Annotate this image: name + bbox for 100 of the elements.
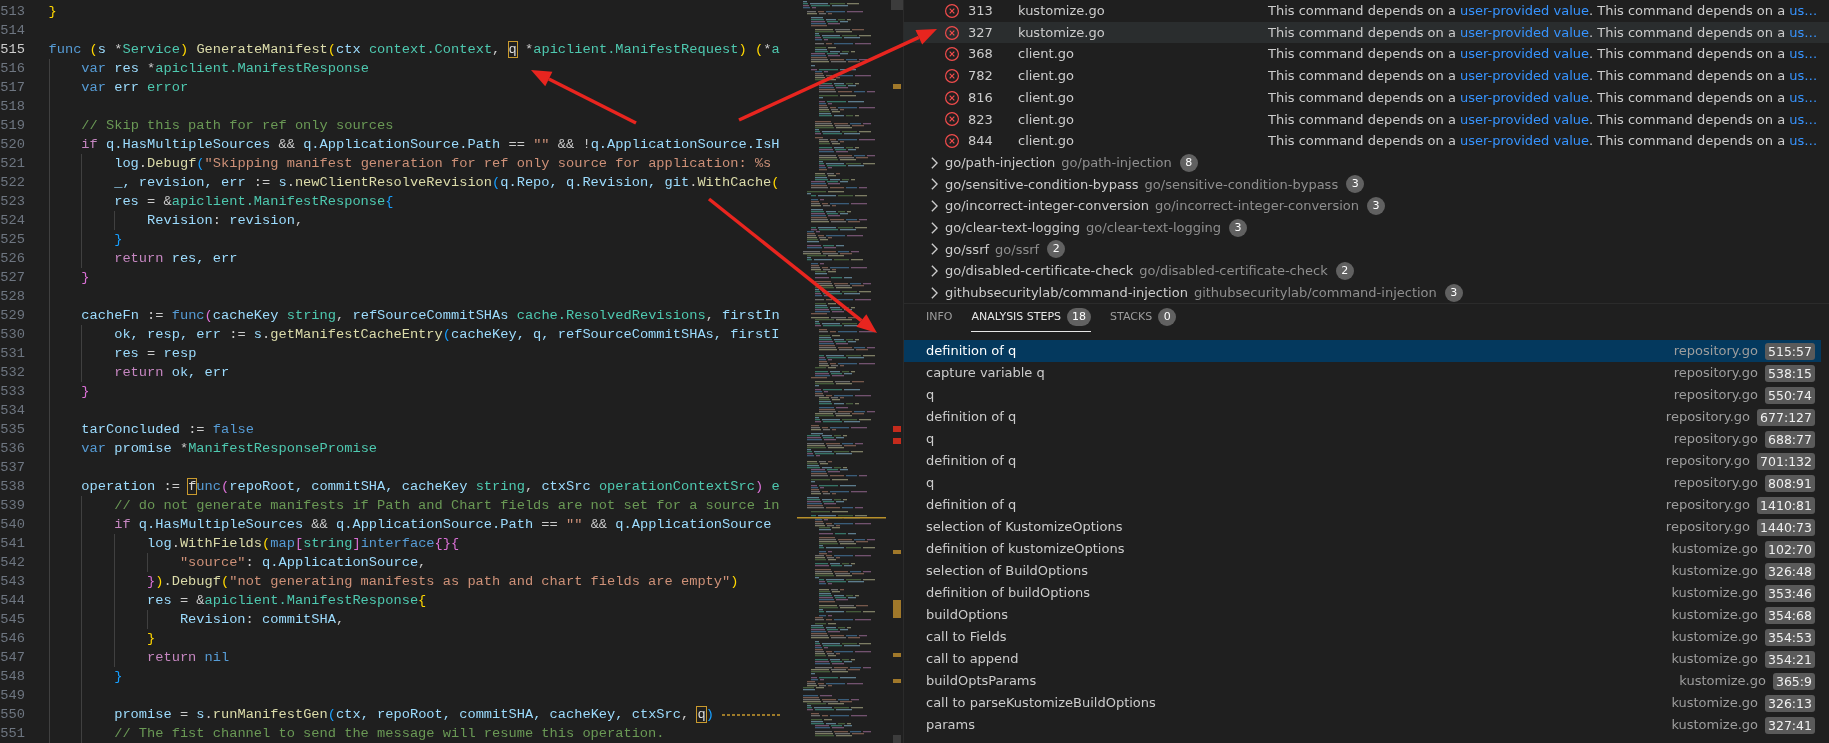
- location-badge: 1410:81: [1757, 496, 1815, 514]
- code-line: }: [48, 268, 90, 287]
- line-number: 514: [0, 22, 25, 40]
- message-link[interactable]: us…: [1789, 111, 1818, 127]
- location-badge: 354:53: [1765, 628, 1815, 646]
- result-row[interactable]: 782 client.go This command depends on a user-provided value. This command depends on a us…: [904, 65, 1829, 87]
- message-link[interactable]: us…: [1789, 24, 1818, 40]
- message-link[interactable]: user-provided value: [1460, 46, 1589, 62]
- line-number: 535: [0, 421, 25, 439]
- panel-tab[interactable]: INFO: [926, 308, 953, 332]
- file-name: repository.go: [1665, 496, 1751, 515]
- file-name: client.go: [1018, 88, 1076, 107]
- rule-description: go/ssrf: [995, 240, 1040, 259]
- result-row[interactable]: 823 client.go This command depends on a user-provided value. This command depends on a us…: [904, 108, 1829, 131]
- code-line: // do not generate manifests if Path and Chart fields are not set for a source in: [48, 496, 780, 515]
- code-line: return ok, err: [48, 363, 230, 382]
- line-number: 519: [0, 117, 25, 135]
- step-row[interactable]: definition of q repository.go 701:132: [904, 450, 1821, 472]
- code-line: }: [48, 3, 57, 21]
- step-row[interactable]: definition of kustomizeOptions kustomize.go 102:70: [904, 538, 1821, 560]
- step-row[interactable]: q repository.go 808:91: [904, 472, 1821, 494]
- step-row[interactable]: buildOptions kustomize.go 354:68: [904, 604, 1821, 626]
- line-number: 823: [968, 110, 994, 129]
- line-number: 547: [0, 649, 25, 667]
- line-number: 523: [0, 193, 25, 211]
- location-badge: 688:77: [1765, 430, 1815, 448]
- rule-group-row[interactable]: githubsecuritylab/command-injection githubsecuritylab/command-injection 3: [904, 281, 1829, 304]
- file-name: client.go: [1018, 110, 1076, 129]
- step-row[interactable]: definition of q repository.go 1410:81: [904, 494, 1821, 516]
- message-link[interactable]: user-provided value: [1460, 3, 1589, 19]
- message-link[interactable]: user-provided value: [1460, 133, 1589, 149]
- step-label: call to Fields: [926, 628, 1008, 647]
- message-link[interactable]: us…: [1789, 68, 1818, 84]
- count-badge: 2: [1335, 262, 1354, 281]
- code-line: }).Debugf("not generating manifests as path and chart fields are empty"): [48, 572, 739, 591]
- step-row[interactable]: definition of q repository.go 515:57: [904, 340, 1821, 362]
- location-badge: 354:68: [1765, 606, 1815, 624]
- rule-group-row[interactable]: go/incorrect-integer-conversion go/incorrect-integer-conversion 3: [904, 195, 1829, 217]
- location-badge: 677:127: [1757, 408, 1815, 426]
- result-row[interactable]: 368 client.go This command depends on a user-provided value. This command depends on a us…: [904, 43, 1829, 66]
- code-line: log.Debugf("Skipping manifest generation for ref only source for application: %s: [48, 154, 772, 173]
- step-row[interactable]: capture variable q repository.go 538:15: [904, 362, 1821, 384]
- message-link[interactable]: user-provided value: [1460, 89, 1589, 105]
- file-name: repository.go: [1673, 474, 1758, 493]
- rule-group-row[interactable]: go/clear-text-logging go/clear-text-logging 3: [904, 216, 1829, 239]
- step-row[interactable]: buildOptsParams kustomize.go 365:9: [904, 670, 1821, 692]
- panel-tab[interactable]: STACKS 0: [1110, 308, 1177, 332]
- location-badge: 353:46: [1765, 584, 1815, 602]
- step-label: buildOptsParams: [926, 672, 1038, 691]
- step-label: q: [926, 474, 936, 493]
- code-line: "source": q.ApplicationSource,: [48, 553, 427, 572]
- step-row[interactable]: call to Fields kustomize.go 354:53: [904, 626, 1821, 648]
- line-number: 545: [0, 611, 25, 629]
- rule-description: go/disabled-certificate-check: [1139, 262, 1328, 281]
- rule-name: go/sensitive-condition-bypass: [945, 175, 1139, 194]
- result-row[interactable]: 844 client.go This command depends on a user-provided value. This command depends on a us…: [904, 130, 1829, 152]
- result-message: This command depends on a user-provided value. This command depends on a us…: [1268, 23, 1818, 42]
- code-line: return nil: [48, 648, 230, 667]
- message-link[interactable]: us…: [1789, 46, 1818, 62]
- line-number: 327: [968, 23, 994, 42]
- step-row[interactable]: call to append kustomize.go 354:21: [904, 648, 1821, 670]
- message-link[interactable]: us…: [1789, 89, 1818, 105]
- step-row[interactable]: selection of KustomizeOptions repository.go 1440:73: [904, 516, 1821, 538]
- step-row[interactable]: call to parseKustomizeBuildOptions kustomize.go 326:13: [904, 692, 1821, 714]
- step-row[interactable]: definition of buildOptions kustomize.go 353:46: [904, 582, 1821, 604]
- rule-group-row[interactable]: go/ssrf go/ssrf 2: [904, 238, 1829, 261]
- code-line: var err error: [48, 78, 189, 97]
- rule-group-row[interactable]: go/path-injection go/path-injection 8: [904, 151, 1829, 174]
- message-link[interactable]: user-provided value: [1460, 111, 1589, 127]
- code-line: }: [48, 230, 123, 249]
- result-row[interactable]: 327 kustomize.go This command depends on a user-provided value. This command depends on a us…: [904, 21, 1829, 44]
- step-label: call to parseKustomizeBuildOptions: [926, 694, 1157, 713]
- rule-group-row[interactable]: go/sensitive-condition-bypass go/sensitive-condition-bypass 3: [904, 173, 1829, 196]
- step-row[interactable]: q repository.go 688:77: [904, 428, 1821, 450]
- line-number: 513: [0, 3, 25, 21]
- panel-tab[interactable]: ANALYSIS STEPS 18: [971, 308, 1092, 332]
- message-link[interactable]: user-provided value: [1460, 24, 1589, 40]
- message-link[interactable]: user-provided value: [1460, 68, 1589, 84]
- result-message: This command depends on a user-provided value. This command depends on a us…: [1268, 2, 1818, 21]
- location-badge: 1440:73: [1757, 518, 1815, 536]
- message-link[interactable]: us…: [1789, 133, 1818, 149]
- step-row[interactable]: params kustomize.go 327:41: [904, 714, 1821, 736]
- line-number: 527: [0, 269, 25, 287]
- result-row[interactable]: 816 client.go This command depends on a user-provided value. This command depends on a us…: [904, 86, 1829, 109]
- line-number: 313: [968, 2, 994, 21]
- file-name: kustomize.go: [1018, 2, 1106, 21]
- line-number: 548: [0, 668, 25, 686]
- step-row[interactable]: selection of BuildOptions kustomize.go 326:48: [904, 560, 1821, 582]
- error-icon: [945, 90, 959, 105]
- count-badge: 3: [1229, 218, 1248, 237]
- line-number: 518: [0, 98, 25, 116]
- code-line: }: [48, 382, 90, 401]
- message-link[interactable]: us…: [1789, 3, 1818, 19]
- line-number: 544: [0, 592, 25, 610]
- file-name: kustomize.go: [1671, 650, 1758, 669]
- step-row[interactable]: definition of q repository.go 677:127: [904, 406, 1821, 428]
- result-row[interactable]: 313 kustomize.go This command depends on a user-provided value. This command depends on a us…: [904, 0, 1829, 22]
- step-row[interactable]: q repository.go 550:74: [904, 384, 1821, 406]
- rule-group-row[interactable]: go/disabled-certificate-check go/disabled-certificate-check 2: [904, 260, 1829, 282]
- code-line: Revision: commitSHA,: [48, 610, 345, 629]
